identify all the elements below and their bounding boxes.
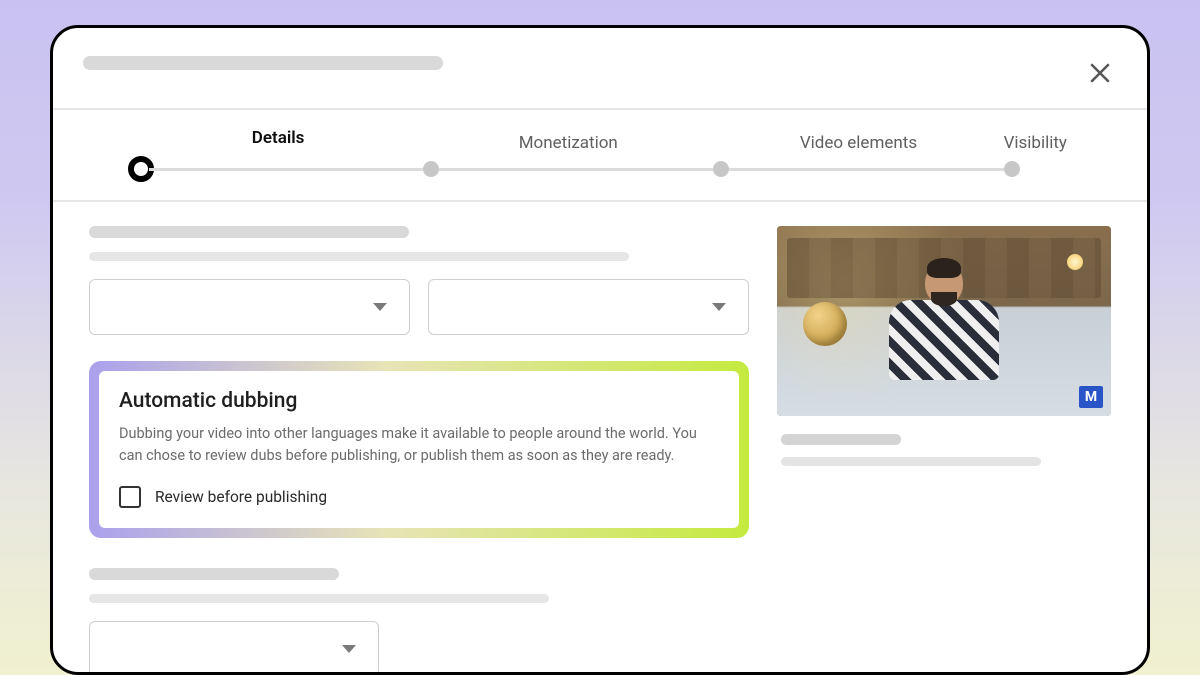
preview-right-column: M (777, 226, 1111, 672)
step-label: Details (252, 128, 305, 148)
review-before-publishing-checkbox[interactable] (119, 486, 141, 508)
thumbnail-globe (803, 302, 847, 346)
step-details[interactable]: Details (133, 128, 423, 182)
modal-header (53, 28, 1147, 108)
dropdown-field-3[interactable] (89, 621, 379, 672)
review-before-publishing-label: Review before publishing (155, 488, 327, 506)
form-left-column: Automatic dubbing Dubbing your video int… (89, 226, 749, 672)
step-label: Monetization (519, 133, 618, 153)
modal-title-placeholder (83, 56, 443, 70)
step-dot-icon (713, 161, 729, 177)
step-label: Visibility (1004, 133, 1067, 153)
page-backdrop: Details Monetization Video elements (0, 0, 1200, 675)
upload-modal: Details Monetization Video elements (50, 25, 1150, 675)
review-before-publishing-row: Review before publishing (119, 486, 719, 508)
step-label: Video elements (800, 133, 917, 153)
step-dot-icon (1004, 161, 1020, 177)
close-button[interactable] (1083, 56, 1117, 90)
thumbnail-lamp (1061, 254, 1089, 314)
close-icon (1085, 58, 1115, 88)
section-desc-placeholder (89, 252, 629, 261)
chevron-down-icon (373, 303, 387, 311)
automatic-dubbing-card: Automatic dubbing Dubbing your video int… (89, 361, 749, 538)
thumbnail-person (884, 262, 1004, 392)
step-connector (729, 168, 1003, 171)
caption-line-1-placeholder (781, 434, 901, 445)
chevron-down-icon (342, 645, 356, 653)
step-visibility[interactable]: Visibility (1004, 133, 1067, 177)
section-heading-placeholder-2 (89, 568, 339, 580)
dropdown-row (89, 279, 749, 335)
step-monetization[interactable]: Monetization (423, 133, 713, 177)
dubbing-card-description: Dubbing your video into other languages … (119, 423, 719, 468)
step-connector (149, 168, 423, 171)
step-dot-icon (423, 161, 439, 177)
dubbing-card-title: Automatic dubbing (119, 389, 719, 413)
section-heading-placeholder (89, 226, 409, 238)
thumbnail-scene (777, 226, 1111, 416)
chevron-down-icon (712, 303, 726, 311)
stepper: Details Monetization Video elements (53, 110, 1147, 200)
caption-line-2-placeholder (781, 457, 1041, 466)
dropdown-field-2[interactable] (428, 279, 749, 335)
automatic-dubbing-inner: Automatic dubbing Dubbing your video int… (99, 371, 739, 528)
video-thumbnail[interactable]: M (777, 226, 1111, 416)
section-desc-placeholder-2 (89, 594, 549, 603)
step-video-elements[interactable]: Video elements (713, 133, 1003, 177)
step-connector (439, 168, 713, 171)
dropdown-field-1[interactable] (89, 279, 410, 335)
thumbnail-badge: M (1079, 386, 1103, 408)
modal-body: Automatic dubbing Dubbing your video int… (53, 202, 1147, 672)
thumbnail-caption (777, 416, 1111, 466)
